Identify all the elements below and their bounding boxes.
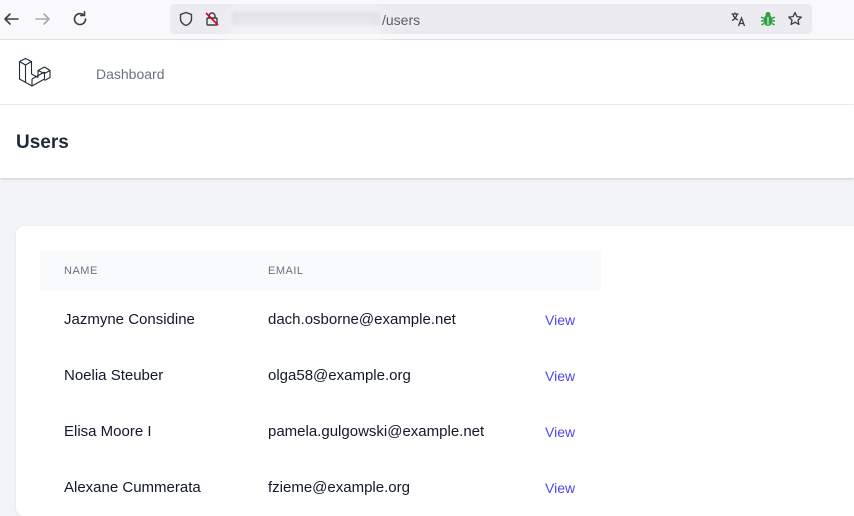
user-email: pamela.gulgowski@example.net [268,423,485,440]
bug-extension-icon[interactable] [760,11,776,27]
table-row: Elisa Moore I pamela.gulgowski@example.n… [40,402,601,458]
table-header: NAME EMAIL [40,250,601,290]
nav-link-dashboard[interactable]: Dashboard [96,66,165,82]
app-navbar: Dashboard [0,40,854,105]
page-header: Users [0,105,854,178]
table-row: Noelia Steuber olga58@example.org View [40,346,601,402]
user-email: fzieme@example.org [268,479,410,496]
browser-toolbar: /users [0,0,854,48]
user-email: dach.osborne@example.net [268,311,456,328]
view-user-link[interactable]: View [545,368,575,384]
page-title: Users [16,132,69,153]
column-header-email: EMAIL [268,265,304,277]
reload-icon[interactable] [69,8,91,30]
url-path: /users [382,12,421,28]
user-name: Jazmyne Considine [64,311,195,328]
table-row: Alexane Cummerata fzieme@example.org Vie… [40,458,601,514]
user-name: Noelia Steuber [64,367,164,384]
star-icon[interactable] [787,11,803,27]
back-arrow-icon[interactable] [0,8,22,30]
view-user-link[interactable]: View [545,312,575,328]
users-card: NAME EMAIL Jazmyne Considine dach.osborn… [16,226,854,516]
address-bar[interactable]: /users [170,4,812,48]
column-header-name: NAME [64,265,98,277]
user-email: olga58@example.org [268,367,411,384]
view-user-link[interactable]: View [545,480,575,496]
user-name: Alexane Cummerata [64,479,201,496]
laravel-logo-icon[interactable] [18,57,51,88]
forward-arrow-icon[interactable] [32,8,54,30]
shield-icon[interactable] [178,11,194,27]
insecure-lock-icon[interactable] [204,11,220,27]
user-name: Elisa Moore I [64,423,152,440]
view-user-link[interactable]: View [545,424,575,440]
translate-icon[interactable] [730,11,746,27]
table-row: Jazmyne Considine dach.osborne@example.n… [40,290,601,346]
